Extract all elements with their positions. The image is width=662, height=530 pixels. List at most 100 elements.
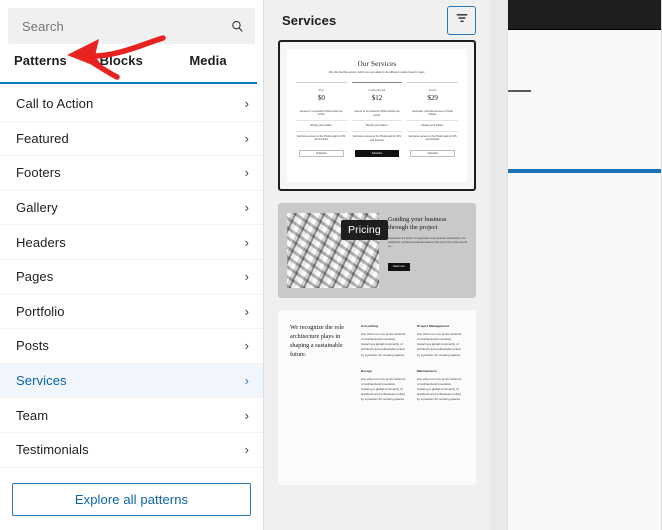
tab-blocks[interactable]: Blocks [88, 50, 174, 84]
sidebar-item-portfolio[interactable]: Portfolio › [0, 293, 263, 329]
plan-price: $29 [427, 93, 438, 102]
inserter-screen: Search Patterns Blocks Media Call to Act… [0, 0, 662, 530]
pattern-card-hero[interactable]: Guiding your business through the projec… [278, 203, 476, 298]
chevron-right-icon: › [244, 338, 249, 354]
pattern-list: Our Services We offer flexible options, … [264, 40, 490, 485]
plan-feature: Exclusive, unlimited access to Photo Art… [412, 109, 453, 117]
plan-cta-button: Subscribe [410, 149, 455, 157]
preview-panel-header: Services [264, 0, 490, 40]
pattern-preview-panel: Services Our Services We offer flexible … [264, 0, 490, 530]
service-body: Our vision is to be at the forefront of … [361, 376, 406, 402]
category-label: Headers [16, 234, 66, 250]
block-inserter-sidebar: Search Patterns Blocks Media Call to Act… [0, 0, 264, 530]
plan-cta-button: Subscribe [354, 150, 400, 158]
category-label: Footers [16, 165, 61, 181]
sidebar-item-posts[interactable]: Posts › [0, 328, 263, 363]
pattern-card-pricing[interactable]: Our Services We offer flexible options, … [278, 40, 476, 191]
sidebar-item-featured[interactable]: Featured › [0, 120, 263, 156]
chevron-right-icon: › [244, 95, 249, 111]
tab-media-label: Media [189, 53, 227, 68]
chevron-right-icon: › [244, 200, 249, 216]
tab-media[interactable]: Media [173, 50, 263, 84]
editor-canvas[interactable] [507, 0, 662, 530]
sidebar-item-footers[interactable]: Footers › [0, 155, 263, 190]
hero-pattern-preview: Guiding your business through the projec… [278, 203, 476, 298]
services-pattern-preview: We recognize the role architecture plays… [278, 310, 476, 485]
category-label: Testimonials [16, 442, 89, 458]
plan-feature: Exclusive access to the Photos app for i… [407, 130, 459, 145]
search-icon [230, 19, 245, 34]
plan-price: $0 [317, 93, 325, 102]
filter-button[interactable] [447, 5, 476, 35]
service-title: Project Management [417, 324, 450, 328]
chevron-right-icon: › [244, 442, 249, 458]
search-placeholder: Search [22, 18, 64, 34]
sidebar-item-pages[interactable]: Pages › [0, 258, 263, 294]
service-title: Consulting [361, 324, 379, 328]
active-tab-underline [0, 82, 257, 84]
editor-canvas-area [490, 0, 662, 530]
pricing-plan: Pro $0 Access to 1 exclusive Photo Artic… [296, 81, 347, 158]
services-column: Project Management Our vision is to be a… [417, 324, 464, 475]
hero-text: Guiding your business through the projec… [388, 213, 467, 288]
pattern-category-list: Call to Action › Featured › Footers › Ga… [0, 86, 263, 473]
sidebar-item-headers[interactable]: Headers › [0, 224, 263, 259]
services-lead-heading: We recognize the role architecture plays… [290, 324, 344, 358]
inserter-tabs: Patterns Blocks Media [0, 50, 263, 86]
service-title: Maintenance [417, 368, 437, 373]
service-item: Consulting Our vision is to be at the fo… [361, 324, 408, 358]
plan-feature: Exclusive access to the Photos app for i… [351, 131, 403, 145]
canvas-header-block [508, 0, 662, 30]
service-body: Our vision is to be at the forefront of … [361, 332, 406, 357]
search-input[interactable]: Search [8, 8, 255, 44]
tab-patterns-label: Patterns [14, 53, 67, 68]
pricing-heading: Our Services [357, 60, 397, 68]
category-label: Pages [16, 269, 54, 285]
sidebar-item-gallery[interactable]: Gallery › [0, 189, 263, 225]
services-column: Consulting Our vision is to be at the fo… [361, 324, 408, 475]
category-label: Services [16, 373, 67, 389]
service-body: Our vision is to be at the forefront of … [417, 376, 462, 402]
explore-all-patterns-button[interactable]: Explore all patterns [12, 483, 251, 516]
filter-icon [455, 11, 469, 30]
chevron-right-icon: › [244, 303, 249, 319]
service-title: Design [361, 368, 372, 373]
pricing-plan: Customized $12 Access to 10 exclusive Ph… [351, 81, 403, 158]
plan-cta-button: Subscribe [299, 149, 344, 157]
chevron-right-icon: › [244, 269, 249, 285]
services-columns: Consulting Our vision is to be at the fo… [361, 324, 464, 475]
plan-name: Team [428, 87, 437, 92]
sidebar-item-testimonials[interactable]: Testimonials › [0, 431, 263, 467]
service-body: Our vision is to be at the forefront of … [417, 332, 462, 357]
page-title: Services [282, 12, 337, 28]
chevron-right-icon: › [244, 130, 249, 146]
plan-name: Customized [368, 88, 386, 93]
category-label: Posts [16, 338, 50, 354]
service-item: Design Our vision is to be at the forefr… [361, 369, 408, 403]
chevron-right-icon: › [244, 373, 249, 389]
service-item: Maintenance Our vision is to be at the f… [417, 369, 464, 403]
hero-heading: Guiding your business through the projec… [388, 216, 447, 232]
plan-feature: Access to 10 exclusive Photo Articles pe… [354, 110, 400, 117]
plan-rule [351, 81, 403, 84]
tab-patterns[interactable]: Patterns [0, 50, 88, 84]
pricing-pattern-preview: Our Services We offer flexible options, … [287, 49, 467, 182]
plan-feature: Weekly print edition. [351, 120, 403, 131]
pricing-plans: Pro $0 Access to 1 exclusive Photo Artic… [296, 81, 459, 158]
chevron-right-icon: › [244, 165, 249, 181]
sidebar-item-services[interactable]: Services › [0, 362, 263, 398]
sidebar-item-call-to-action[interactable]: Call to Action › [0, 86, 263, 121]
tab-blocks-label: Blocks [99, 53, 143, 68]
sidebar-item-team[interactable]: Team › [0, 397, 263, 432]
category-label: Featured [16, 130, 69, 146]
pricing-plan: Team $29 Exclusive, unlimited access to … [407, 81, 459, 158]
plan-price: $12 [371, 94, 383, 103]
canvas-divider-mark [508, 90, 531, 92]
search-area: Search [0, 0, 263, 50]
category-label: Call to Action [16, 95, 94, 111]
category-label: Portfolio [16, 303, 65, 319]
block-insertion-indicator [508, 169, 662, 173]
plan-name: Pro [318, 87, 324, 92]
pattern-card-services-columns[interactable]: We recognize the role architecture plays… [278, 310, 476, 485]
plan-feature: Weekly print edition. [296, 119, 347, 131]
